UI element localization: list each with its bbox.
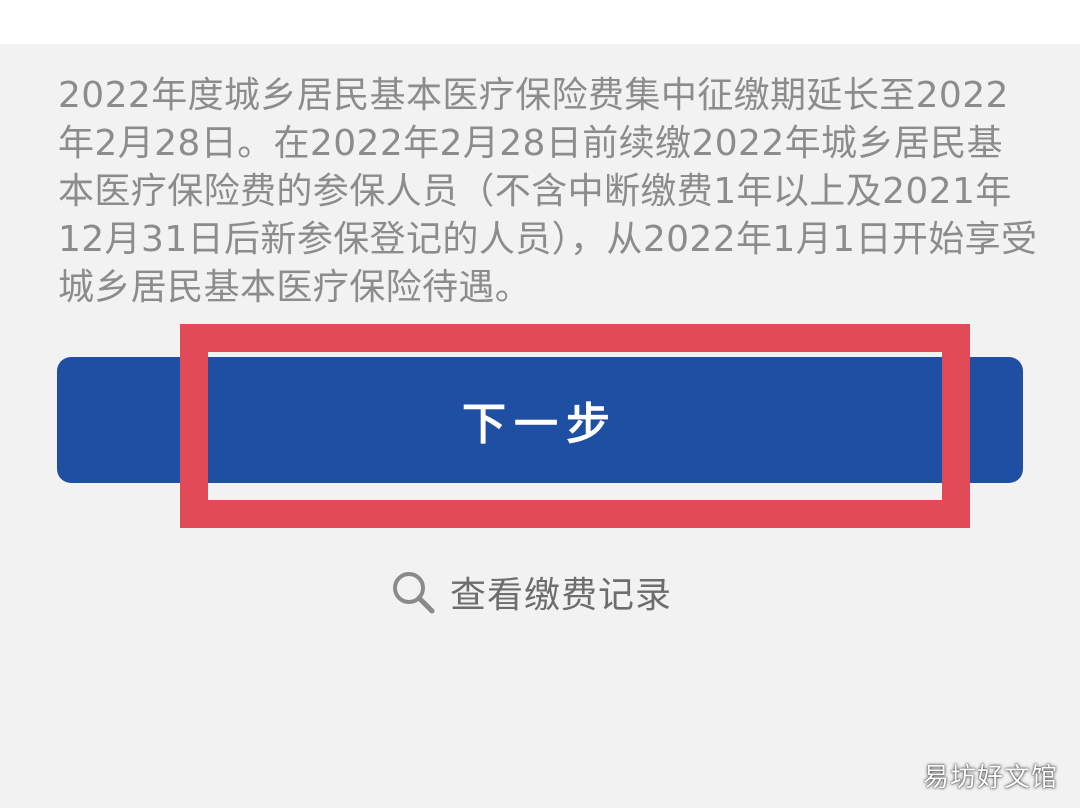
search-icon [390,569,436,615]
notice-text: 2022年度城乡居民基本医疗保险费集中征缴期延长至2022年2月28日。在202… [58,75,1038,308]
next-step-button[interactable]: 下一步 [57,357,1023,483]
view-payment-records-label: 查看缴费记录 [450,575,673,616]
view-payment-records-link[interactable]: 查看缴费记录 [390,564,672,620]
watermark: 易坊好文馆 [922,763,1058,793]
top-bar [0,0,1080,44]
